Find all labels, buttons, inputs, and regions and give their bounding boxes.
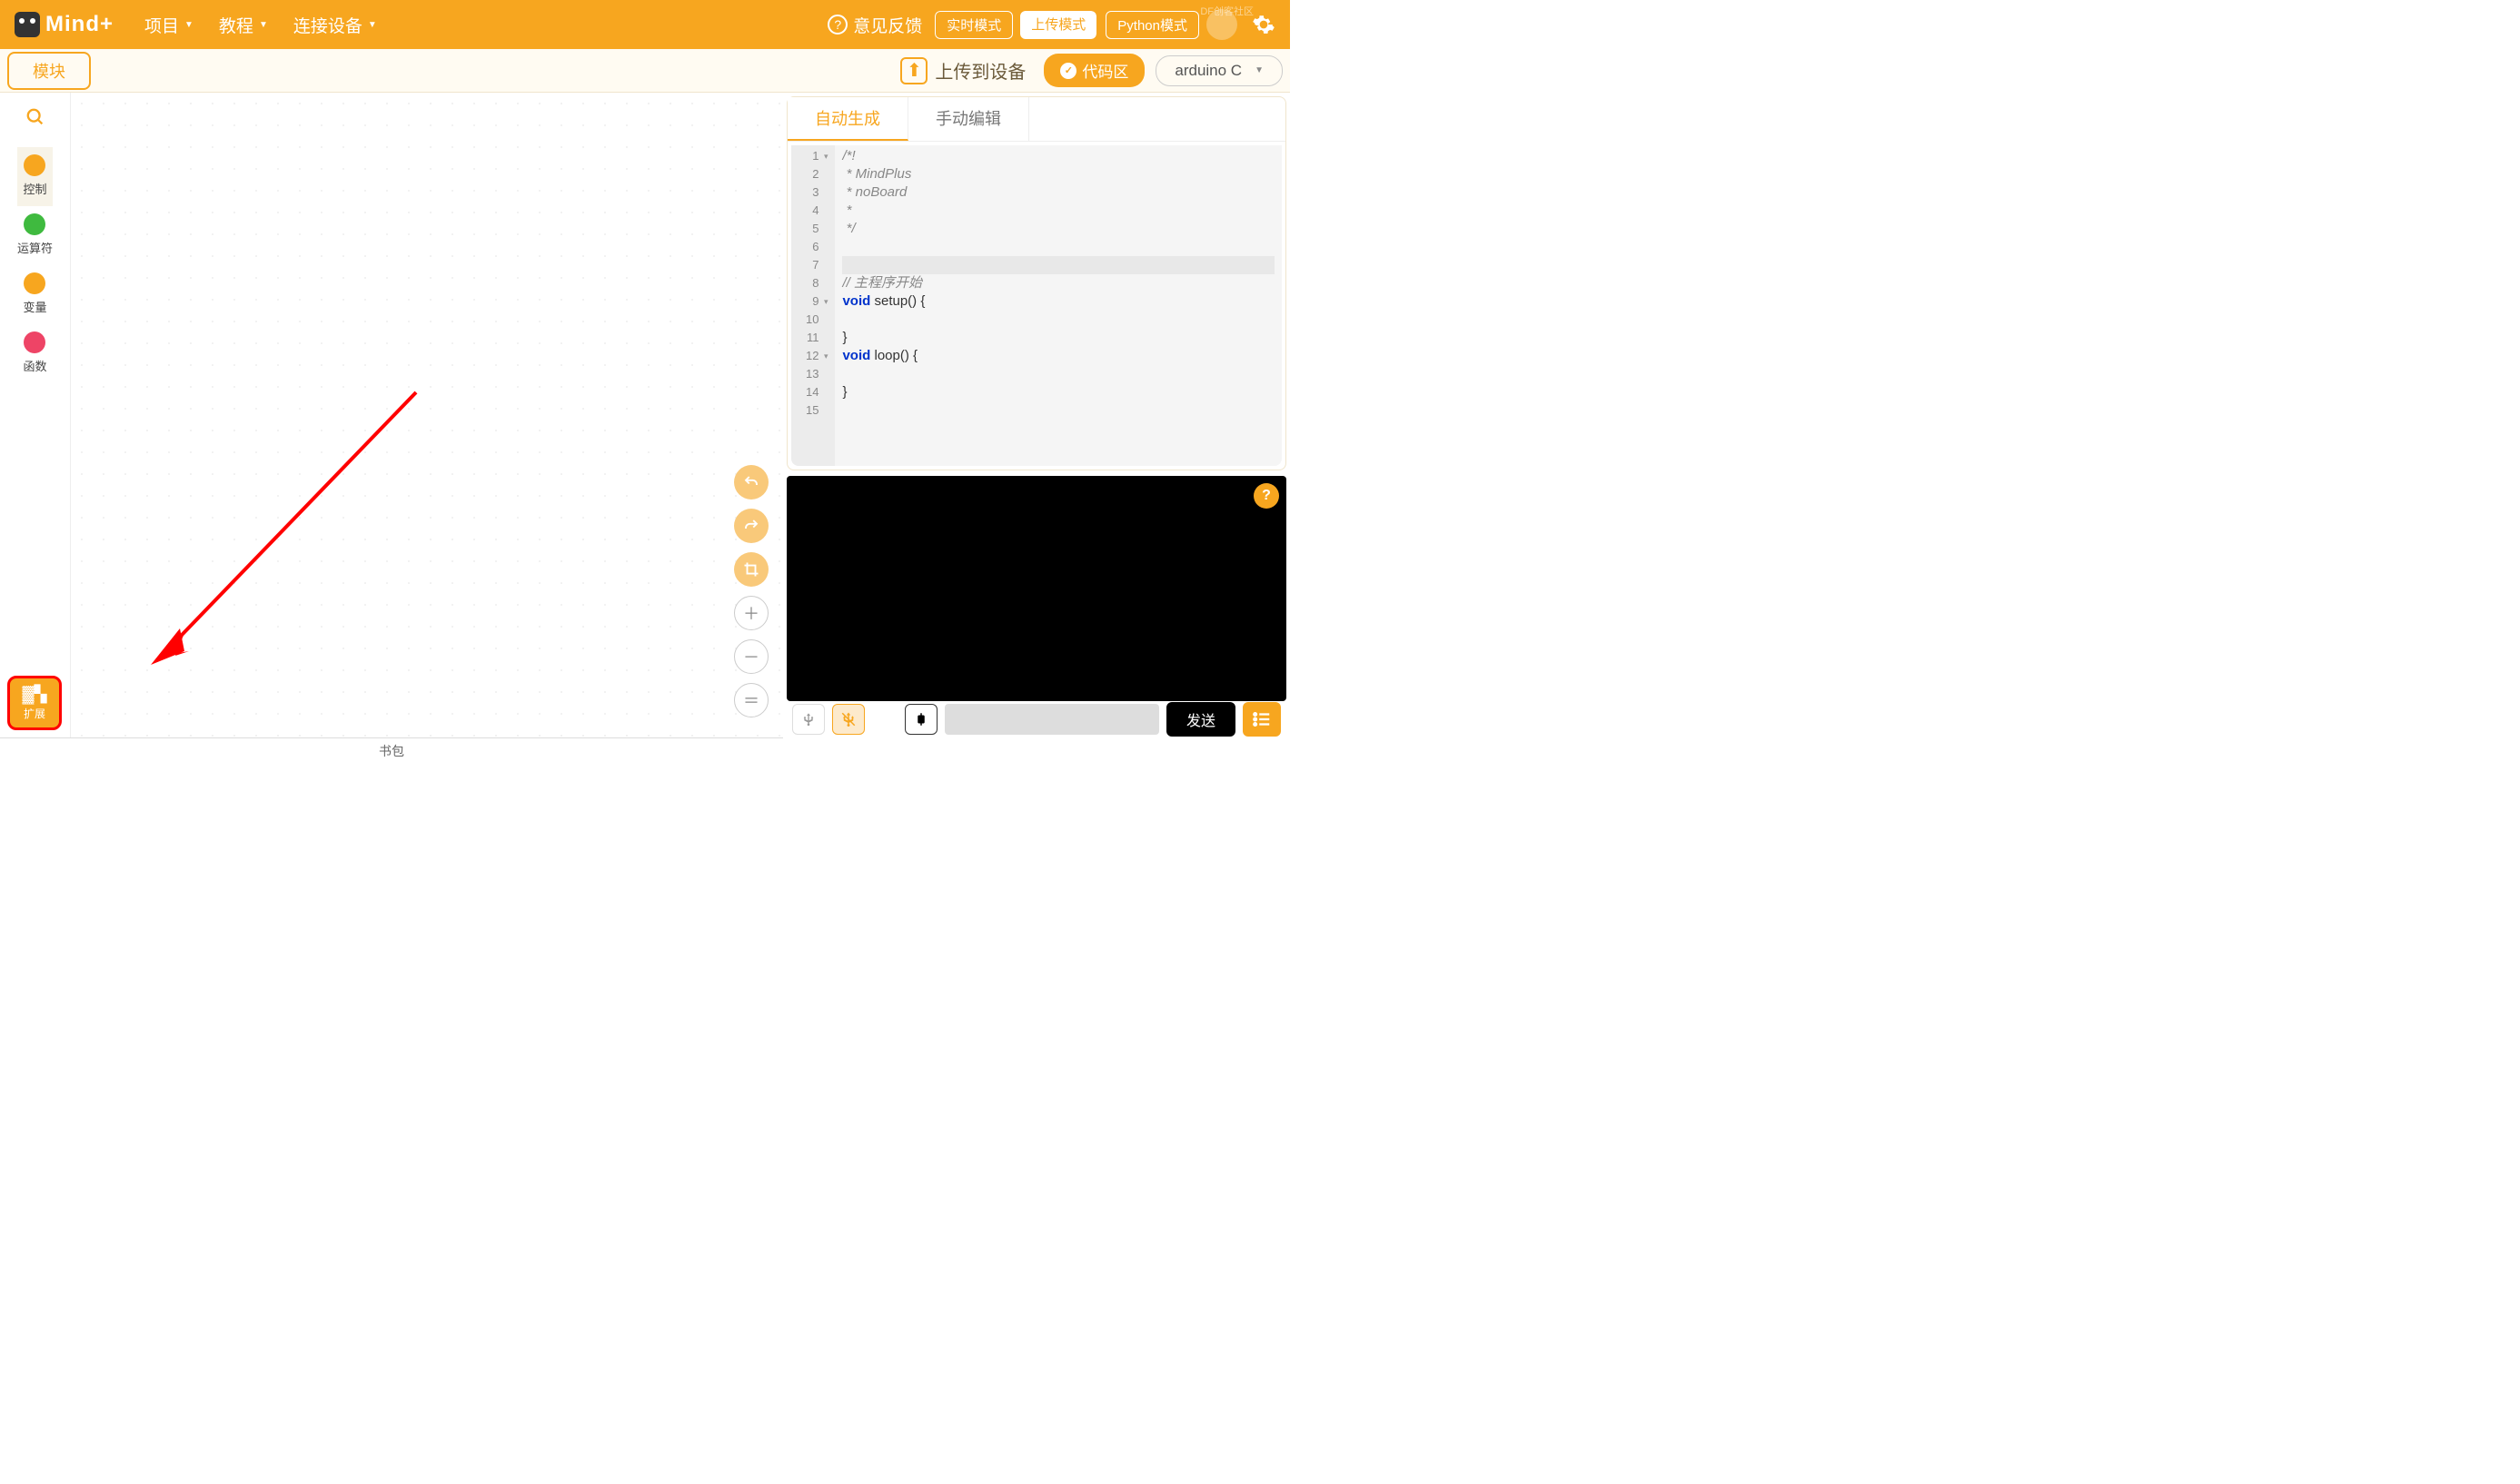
code-tabs: 自动生成 手动编辑 — [788, 97, 1285, 142]
scroll-icon — [913, 711, 929, 727]
mode-realtime[interactable]: 实时模式 — [935, 11, 1013, 39]
zoom-in-button[interactable]: ＋ — [734, 596, 769, 630]
category-label: 变量 — [23, 298, 46, 315]
list-icon — [1252, 709, 1272, 729]
category-函数[interactable]: 函数 — [17, 324, 53, 383]
zoom-out-button[interactable]: － — [734, 639, 769, 674]
extension-label: 扩展 — [24, 706, 45, 721]
question-icon: ? — [1262, 488, 1271, 504]
category-运算符[interactable]: 运算符 — [17, 206, 53, 265]
upload-to-device-button[interactable]: ⬆ 上传到设备 — [900, 57, 1026, 84]
menu-tutorial[interactable]: 教程 ▼ — [219, 13, 268, 37]
category-label: 函数 — [23, 357, 46, 374]
mode-upload[interactable]: 上传模式 — [1020, 11, 1096, 39]
line-gutter: 1▾23456789▾101112▾131415 — [791, 145, 835, 466]
extension-icon: ▓▚ — [23, 685, 47, 704]
dropdown-icon: ▼ — [184, 20, 193, 30]
category-column: 控制 运算符 变量 函数 — [0, 93, 71, 737]
menu-tutorial-label: 教程 — [219, 13, 253, 37]
logo-text: Mind+ — [45, 12, 114, 37]
category-dot — [24, 213, 45, 235]
code-area-toggle[interactable]: ✓ 代码区 — [1044, 54, 1145, 87]
mode-python[interactable]: Python模式 — [1106, 11, 1199, 39]
backpack-label: 书包 — [379, 742, 404, 760]
help-icon: ? — [828, 15, 848, 35]
search-button[interactable] — [25, 107, 45, 133]
left-panel: 控制 运算符 变量 函数 ＋ － ＝ ▓▚ 扩展 — [0, 93, 783, 737]
right-panel: 自动生成 手动编辑 1▾23456789▾101112▾131415 /*! *… — [783, 93, 1290, 737]
tab-manual-edit[interactable]: 手动编辑 — [908, 97, 1029, 141]
category-label: 运算符 — [17, 239, 53, 256]
category-label: 控制 — [23, 180, 46, 197]
serial-toolbar: 发送 — [787, 701, 1286, 737]
serial-console[interactable]: ? — [787, 476, 1286, 701]
check-icon: ✓ — [1060, 63, 1076, 79]
menu-connect-device[interactable]: 连接设备 ▼ — [293, 13, 377, 37]
crop-icon — [743, 561, 759, 578]
upload-icon: ⬆ — [900, 57, 928, 84]
category-dot — [24, 154, 45, 176]
undo-button[interactable] — [734, 465, 769, 500]
serial-input[interactable] — [945, 704, 1159, 735]
annotation-arrow — [134, 383, 425, 674]
canvas-controls: ＋ － ＝ — [734, 465, 769, 717]
upload-device-label: 上传到设备 — [935, 57, 1026, 84]
zoom-reset-button[interactable]: ＝ — [734, 683, 769, 717]
category-dot — [24, 331, 45, 353]
code-box: 自动生成 手动编辑 1▾23456789▾101112▾131415 /*! *… — [787, 96, 1286, 470]
block-canvas[interactable]: ＋ － ＝ — [71, 93, 783, 737]
console-help-button[interactable]: ? — [1254, 483, 1279, 509]
tab-auto-generate[interactable]: 自动生成 — [788, 97, 908, 141]
equals-icon: ＝ — [743, 688, 759, 712]
df-community-label: DF创客社区 — [1200, 4, 1254, 18]
menu-connect-label: 连接设备 — [293, 13, 362, 37]
code-area-label: 代码区 — [1082, 59, 1128, 82]
serial-menu-button[interactable] — [1243, 702, 1281, 737]
redo-button[interactable] — [734, 509, 769, 543]
scroll-lock-button[interactable] — [905, 704, 938, 735]
feedback-link[interactable]: ? 意见反馈 — [828, 13, 922, 37]
app-logo: Mind+ — [15, 12, 114, 37]
mode-switch: 实时模式 上传模式 — [935, 11, 1096, 39]
category-dot — [24, 272, 45, 294]
category-变量[interactable]: 变量 — [17, 265, 53, 324]
search-icon — [25, 107, 45, 127]
dropdown-icon: ▼ — [1255, 65, 1264, 75]
extension-button[interactable]: ▓▚ 扩展 — [7, 676, 62, 730]
redo-icon — [743, 518, 759, 534]
logo-icon — [15, 12, 40, 37]
block-mode-tab[interactable]: 模块 — [7, 52, 91, 90]
toolbar: 模块 ⬆ 上传到设备 ✓ 代码区 arduino C ▼ — [0, 49, 1290, 93]
category-控制[interactable]: 控制 — [17, 147, 53, 206]
dropdown-icon: ▼ — [259, 20, 268, 30]
main-area: 控制 运算符 变量 函数 ＋ － ＝ ▓▚ 扩展 — [0, 93, 1290, 737]
header-bar: Mind+ 项目 ▼ 教程 ▼ 连接设备 ▼ ? 意见反馈 实时模式 上传模式 … — [0, 0, 1290, 49]
menu-project[interactable]: 项目 ▼ — [144, 13, 193, 37]
backpack-bar[interactable]: 书包 — [0, 737, 783, 763]
undo-icon — [743, 474, 759, 490]
code-content: /*! * MindPlus * noBoard * */ // 主程序开始vo… — [835, 145, 1282, 466]
minus-icon: － — [743, 645, 759, 668]
plus-icon: ＋ — [743, 601, 759, 625]
usb-icon — [801, 711, 816, 727]
send-button[interactable]: 发送 — [1166, 702, 1235, 737]
feedback-label: 意见反馈 — [853, 13, 922, 37]
language-label: arduino C — [1175, 62, 1242, 80]
dropdown-icon: ▼ — [368, 20, 377, 30]
gear-icon — [1252, 13, 1275, 36]
menu-project-label: 项目 — [144, 13, 179, 37]
code-editor[interactable]: 1▾23456789▾101112▾131415 /*! * MindPlus … — [791, 145, 1282, 466]
crop-button[interactable] — [734, 552, 769, 587]
usb-off-icon — [840, 711, 857, 727]
language-select[interactable]: arduino C ▼ — [1156, 55, 1283, 86]
usb-disconnect-button[interactable] — [832, 704, 865, 735]
usb-connect-button[interactable] — [792, 704, 825, 735]
